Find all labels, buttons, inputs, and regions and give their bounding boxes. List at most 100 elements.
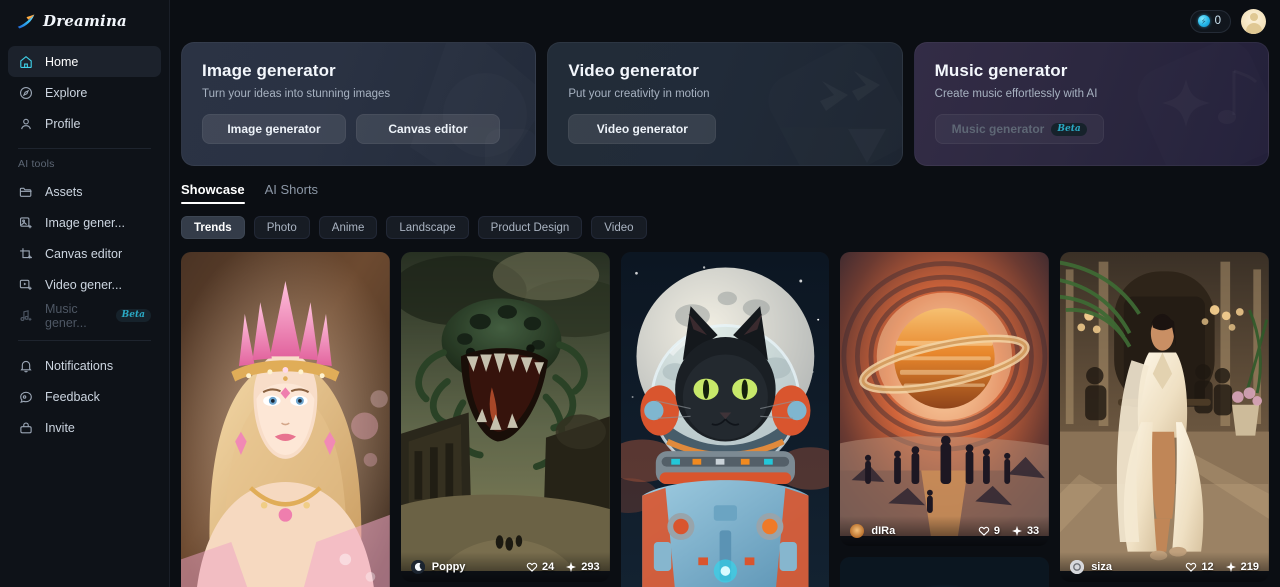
canvas-crop-icon: [18, 246, 34, 262]
bell-icon: [18, 358, 34, 374]
card-author[interactable]: Poppy: [432, 561, 466, 573]
topbar: 0: [170, 0, 1280, 42]
content-tabs: Showcase AI Shorts: [170, 166, 1280, 204]
sidebar-item-feedback[interactable]: Feedback: [8, 381, 161, 412]
sidebar-group-label-ai-tools: AI tools: [18, 158, 55, 170]
gallery-card[interactable]: siza 12 219: [1060, 252, 1269, 582]
hero-title: Music generator: [934, 61, 1068, 80]
avatar[interactable]: [1241, 8, 1266, 34]
app-name: Dreamina: [43, 12, 127, 30]
remix-stat[interactable]: 293: [565, 561, 600, 573]
video-generator-button[interactable]: Video generator: [568, 114, 717, 144]
gallery-card[interactable]: dIRa 9 33: [840, 252, 1050, 546]
remix-count: 219: [1240, 561, 1259, 573]
card-stats: 24 293: [526, 561, 600, 573]
hero-card-music-generator[interactable]: Music generator Create music effortlessl…: [913, 42, 1269, 166]
card-author[interactable]: dIRa: [871, 525, 895, 537]
gallery-card[interactable]: [181, 252, 390, 587]
dreamina-swoosh-logo: [16, 11, 37, 32]
hero-card-video-generator[interactable]: Video generator Put your creativity in m…: [547, 42, 903, 166]
astronaut-cat-moon: [620, 252, 830, 587]
sidebar-item-label: Assets: [45, 184, 83, 199]
gallery-card[interactable]: [620, 252, 830, 587]
sidebar-item-invite[interactable]: Invite: [8, 412, 161, 443]
hero-cards: Image generator Turn your ideas into stu…: [170, 42, 1280, 166]
sidebar-item-label: Profile: [45, 116, 81, 131]
remix-count: 33: [1026, 525, 1040, 537]
sidebar-item-label: Notifications: [45, 358, 114, 373]
sidebar: Dreamina Home Explore Profile AI tools A…: [0, 0, 170, 587]
sidebar-item-explore[interactable]: Explore: [8, 77, 161, 108]
heart-icon: [1186, 562, 1197, 572]
pink-crown-princess: [181, 252, 390, 587]
sidebar-item-video-generator[interactable]: Video gener...: [8, 269, 161, 300]
folder-icon: [18, 184, 34, 200]
dreamina-app: Dreamina Home Explore Profile AI tools A…: [0, 0, 1280, 587]
music-generator-button-label: Music generator: [951, 122, 1045, 136]
card-author[interactable]: siza: [1091, 561, 1112, 573]
filter-photo[interactable]: Photo: [253, 216, 310, 239]
sidebar-item-label: Home: [45, 54, 79, 69]
gallery-column: [620, 252, 830, 587]
beta-badge: Beta: [1051, 122, 1087, 136]
gallery-masonry: Poppy 24 293 dIRa 9 33 siza 12 219: [170, 239, 1280, 587]
sidebar-item-label: Feedback: [45, 389, 100, 404]
hero-subtitle: Create music effortlessly with AI: [934, 88, 1098, 100]
filter-pills: Trends Photo Anime Landscape Product Des…: [170, 204, 1280, 239]
credits-badge[interactable]: 0: [1189, 9, 1231, 33]
sidebar-item-music-generator[interactable]: Music gener... Beta: [8, 300, 161, 331]
credit-coin-icon: [1197, 15, 1210, 27]
like-stat[interactable]: 24: [526, 561, 554, 573]
remix-stat[interactable]: 219: [1225, 561, 1259, 573]
lion-avatar: [850, 524, 865, 538]
gallery-card[interactable]: Poppy 24 293: [400, 252, 610, 582]
gallery-card[interactable]: [840, 557, 1050, 587]
sidebar-item-canvas-editor[interactable]: Canvas editor: [8, 238, 161, 269]
sidebar-nav-tools: Assets Image gener... Canvas editor Vide…: [8, 176, 161, 331]
like-count: 12: [1201, 561, 1214, 573]
sidebar-item-home[interactable]: Home: [8, 46, 161, 77]
feedback-icon: [18, 389, 34, 405]
filter-anime[interactable]: Anime: [318, 216, 378, 239]
sidebar-item-assets[interactable]: Assets: [8, 176, 161, 207]
card-stats: 9 33: [978, 525, 1039, 537]
filter-trends[interactable]: Trends: [181, 216, 245, 239]
music-generator-button[interactable]: Music generator Beta: [934, 114, 1104, 144]
canvas-editor-button[interactable]: Canvas editor: [356, 114, 500, 144]
remix-stat[interactable]: 33: [1011, 525, 1039, 537]
woman-white-gown-palace: [1060, 252, 1269, 571]
green-tentacle-monster-ruins: [400, 252, 610, 571]
sidebar-item-image-generator[interactable]: Image gener...: [8, 207, 161, 238]
sidebar-item-label: Explore: [45, 85, 88, 100]
gallery-column: Poppy 24 293: [400, 252, 610, 587]
invite-icon: [18, 420, 34, 436]
music-note-plus-icon: [18, 308, 34, 324]
sidebar-divider-1: [18, 148, 151, 149]
tab-ai-shorts[interactable]: AI Shorts: [265, 182, 318, 204]
hero-card-image-generator[interactable]: Image generator Turn your ideas into stu…: [181, 42, 537, 166]
like-count: 24: [541, 561, 555, 573]
gallery-column: dIRa 9 33: [840, 252, 1050, 587]
sidebar-item-label: Invite: [45, 420, 75, 435]
sidebar-nav-footer: Notifications Feedback Invite: [8, 350, 161, 443]
gallery-column: siza 12 219: [1060, 252, 1269, 587]
sidebar-item-label: Music gener...: [45, 301, 87, 330]
sidebar-item-label: Canvas editor: [45, 246, 123, 261]
app-logo[interactable]: Dreamina: [8, 0, 161, 42]
like-stat[interactable]: 12: [1185, 561, 1214, 573]
tab-showcase[interactable]: Showcase: [181, 182, 245, 204]
filter-video[interactable]: Video: [591, 216, 647, 239]
sidebar-item-notifications[interactable]: Notifications: [8, 350, 161, 381]
video-plus-icon: [18, 277, 34, 293]
filter-product-design[interactable]: Product Design: [477, 216, 583, 239]
image-generator-button[interactable]: Image generator: [202, 114, 346, 144]
like-stat[interactable]: 9: [978, 525, 1000, 537]
filter-landscape[interactable]: Landscape: [386, 216, 469, 239]
sparkle-icon: [566, 561, 577, 573]
sidebar-item-profile[interactable]: Profile: [8, 108, 161, 139]
card-meta: dIRa 9 33: [840, 516, 1050, 546]
image-plus-icon: [18, 215, 34, 231]
hero-subtitle: Put your creativity in motion: [568, 88, 710, 100]
gear-avatar: [1070, 560, 1085, 574]
dark-hair-blue-glow: [840, 557, 1050, 587]
